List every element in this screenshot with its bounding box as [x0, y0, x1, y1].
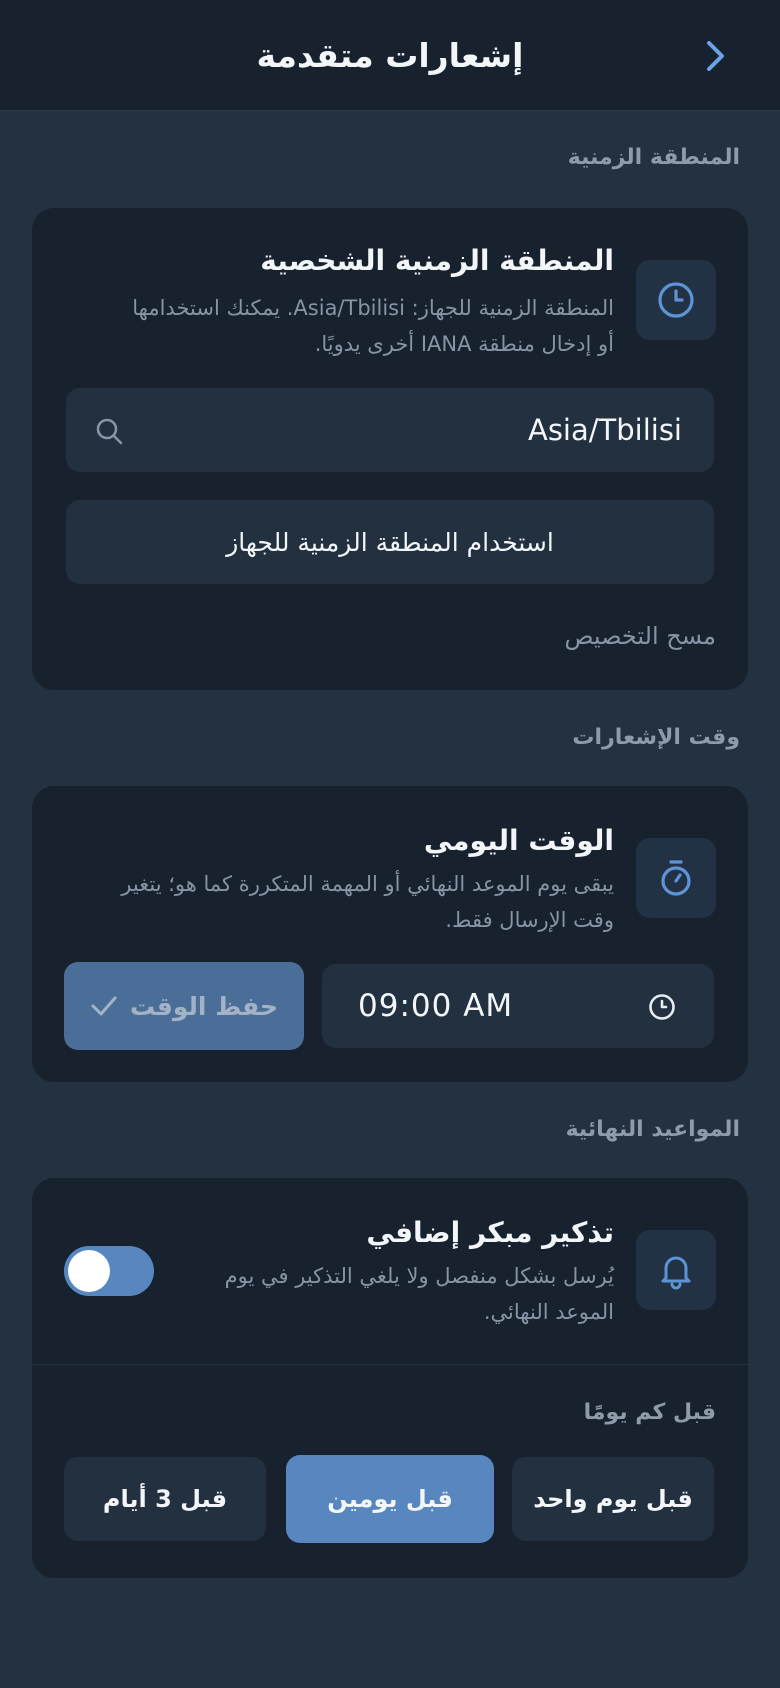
time-input-value: 09:00 AM — [358, 988, 514, 1024]
option-three-days-label: قبل 3 أيام — [102, 1485, 228, 1513]
page-title: إشعارات متقدمة — [256, 35, 524, 75]
clock-icon — [649, 994, 675, 1020]
reminder-desc-line1: يُرسل بشكل منفصل ولا يلغي التذكير في يوم — [224, 1264, 614, 1288]
clear-customization-link[interactable]: مسح التخصيص — [564, 622, 716, 650]
save-time-label: حفظ الوقت — [130, 991, 278, 1021]
time-input[interactable]: 09:00 AM — [322, 964, 714, 1048]
timezone-card: المنطقة الزمنية الشخصية المنطقة الزمنية … — [32, 208, 748, 690]
option-two-days-label: قبل يومين — [327, 1485, 453, 1513]
daily-title: الوقت اليومي — [423, 824, 614, 857]
toggle-knob — [68, 1250, 110, 1292]
daily-desc-line1: يبقى يوم الموعد النهائي أو المهمة المتكر… — [121, 872, 614, 896]
timezone-desc-line1: المنطقة الزمنية للجهاز: Asia/Tbilisi. يم… — [132, 296, 614, 320]
timezone-input[interactable]: Asia/Tbilisi — [66, 388, 714, 472]
timezone-input-value: Asia/Tbilisi — [527, 413, 682, 447]
search-icon — [96, 418, 123, 445]
section-label-deadlines: المواعيد النهائية — [565, 1117, 740, 1142]
top-bar: إشعارات متقدمة — [0, 0, 780, 111]
save-time-button[interactable]: حفظ الوقت — [64, 962, 304, 1050]
daily-icon-box — [636, 838, 716, 918]
option-three-days[interactable]: قبل 3 أيام — [64, 1457, 266, 1541]
timezone-desc-line2: أو إدخال منطقة IANA أخرى يدويًا. — [314, 332, 614, 356]
option-one-day[interactable]: قبل يوم واحد — [512, 1457, 714, 1541]
chevron-right-icon — [707, 41, 724, 71]
clock-icon — [658, 282, 694, 318]
option-one-day-label: قبل يوم واحد — [533, 1485, 693, 1513]
bell-icon — [661, 1256, 691, 1290]
section-label-timezone: المنطقة الزمنية — [567, 145, 740, 170]
divider — [32, 1364, 748, 1365]
use-device-timezone-label: استخدام المنطقة الزمنية للجهاز — [226, 527, 554, 557]
option-two-days[interactable]: قبل يومين — [286, 1455, 494, 1543]
early-reminder-toggle[interactable] — [64, 1246, 154, 1296]
daily-desc-line2: وقت الإرسال فقط. — [445, 908, 614, 932]
check-icon — [91, 996, 117, 1016]
early-reminder-card: تذكير مبكر إضافي يُرسل بشكل منفصل ولا يل… — [32, 1178, 748, 1578]
reminder-desc-line2: الموعد النهائي. — [483, 1300, 614, 1324]
back-button[interactable] — [696, 36, 736, 76]
reminder-icon-box — [636, 1230, 716, 1310]
timezone-icon-box — [636, 260, 716, 340]
section-label-notify-time: وقت الإشعارات — [572, 725, 740, 750]
daily-time-card: الوقت اليومي يبقى يوم الموعد النهائي أو … — [32, 786, 748, 1082]
reminder-title: تذكير مبكر إضافي — [366, 1216, 614, 1249]
timezone-title: المنطقة الزمنية الشخصية — [260, 244, 614, 277]
use-device-timezone-button[interactable]: استخدام المنطقة الزمنية للجهاز — [66, 500, 714, 584]
timer-icon — [661, 860, 691, 896]
days-before-label: قبل كم يومًا — [583, 1400, 716, 1425]
